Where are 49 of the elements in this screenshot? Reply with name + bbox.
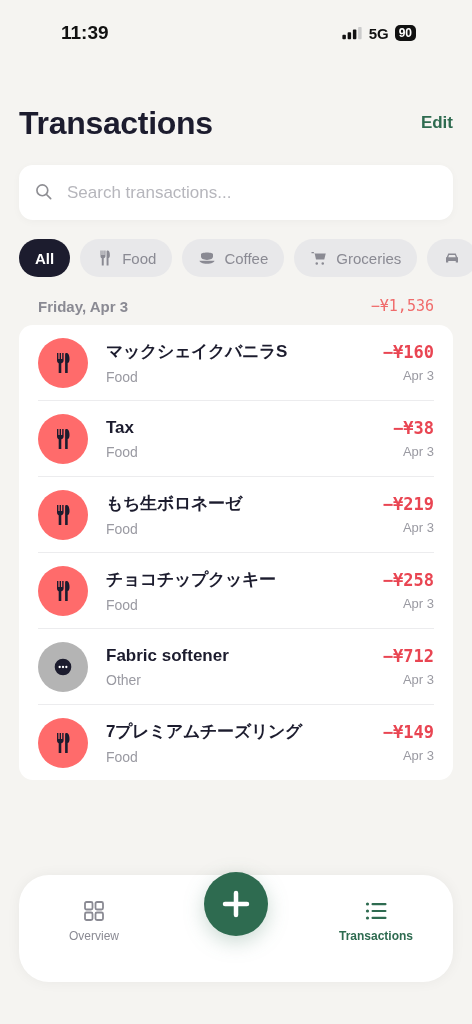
amount: −¥160: [382, 342, 434, 362]
amount: −¥712: [382, 646, 434, 666]
transaction-name: チョコチップクッキー: [106, 569, 277, 591]
category-label: Other: [106, 671, 142, 688]
day-total: −¥1,536: [370, 297, 434, 315]
transaction-row[interactable]: Fabric softener Other −¥712 Apr 3: [38, 628, 434, 704]
cart-icon: [310, 249, 329, 267]
amount: −¥38: [393, 418, 434, 438]
more-icon: [53, 656, 73, 677]
transaction-date: Apr 3: [401, 520, 434, 535]
category-label: Food: [106, 749, 139, 765]
transaction-row[interactable]: 7プレミアムチーズリング Food −¥149 Apr 3: [38, 704, 434, 780]
filter-chip[interactable]: All: [19, 239, 71, 277]
clock-time: 11:39: [61, 22, 109, 44]
list-icon: [364, 899, 388, 923]
category-label: Food: [106, 369, 139, 385]
search-field[interactable]: Search transactions...: [19, 165, 453, 220]
date-heading: Friday, Apr 3: [38, 297, 129, 315]
signal-icon: [340, 26, 363, 40]
transaction-name: Fabric softener: [106, 645, 230, 666]
transaction-name: もち生ボロネーゼ: [106, 493, 244, 515]
network-label: 5G: [368, 24, 389, 42]
transaction-row[interactable]: もち生ボロネーゼ Food −¥219 Apr 3: [38, 476, 434, 552]
transaction-row[interactable]: Tax Food −¥38 Apr 3: [38, 400, 434, 476]
transaction-date: Apr 3: [401, 672, 434, 687]
amount: −¥219: [382, 494, 434, 514]
add-button[interactable]: [204, 872, 268, 936]
amount: −¥149: [382, 722, 434, 742]
transaction-date: Apr 3: [401, 368, 434, 383]
grid-icon: [82, 899, 106, 923]
category-label: Food: [106, 597, 139, 613]
transaction-row[interactable]: マックシェイクバニラS Food −¥160 Apr 3: [38, 325, 434, 400]
category-label: Food: [106, 443, 139, 460]
cup-icon: [198, 249, 217, 267]
category-label: Food: [106, 521, 139, 537]
battery-indicator: 90: [394, 25, 416, 41]
tab-item[interactable]: Overview: [69, 899, 119, 943]
transaction-date: Apr 3: [401, 748, 434, 763]
page-title: Transactions: [19, 104, 213, 142]
edit-button[interactable]: Edit: [420, 113, 453, 133]
filter-chip[interactable]: [427, 239, 472, 277]
transaction-date: Apr 3: [401, 596, 434, 611]
amount: −¥258: [382, 570, 434, 590]
transaction-date: Apr 3: [401, 444, 434, 459]
transaction-name: Tax: [106, 417, 136, 438]
tab-item[interactable]: Transactions: [338, 899, 413, 943]
transaction-row[interactable]: チョコチップクッキー Food −¥258 Apr 3: [38, 552, 434, 628]
transaction-name: 7プレミアムチーズリング: [106, 721, 304, 743]
transaction-name: マックシェイクバニラS: [106, 341, 289, 363]
